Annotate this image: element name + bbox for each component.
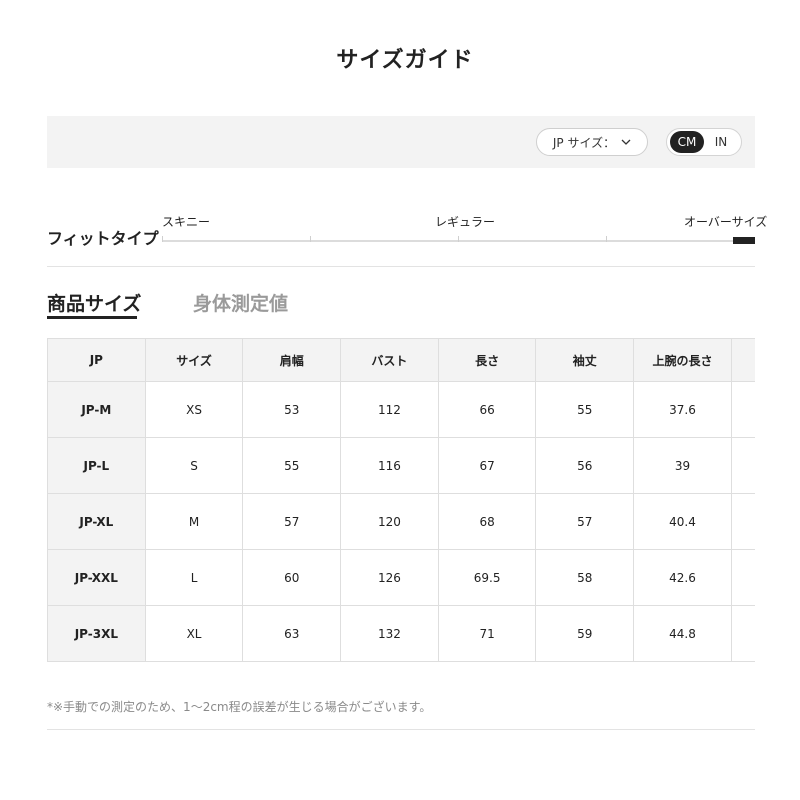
size-table-container[interactable]: JP サイズ 肩幅 バスト 長さ 袖丈 上腕の長さ JP-M XS 53 112… — [47, 338, 755, 664]
table-cell: 116 — [340, 437, 439, 494]
table-cell: 57 — [242, 493, 342, 550]
table-cell: 67 — [437, 437, 537, 494]
measurement-note: *※手動での測定のため、1〜2cm程の誤差が生じる場合がございます。 — [47, 700, 432, 714]
fit-scale-tick — [458, 236, 459, 242]
table-cell: XS — [144, 381, 244, 438]
table-cell: 71 — [437, 605, 537, 662]
table-cell: L — [144, 549, 244, 606]
table-row: JP-XXL L 60 126 69.5 58 42.6 — [47, 549, 755, 606]
table-cell: 68 — [437, 493, 537, 550]
table-cell: 42.6 — [633, 549, 732, 606]
fit-scale-tick — [162, 236, 163, 242]
table-row: JP-M XS 53 112 66 55 37.6 — [47, 381, 755, 438]
table-row: JP-3XL XL 63 132 71 59 44.8 — [47, 605, 755, 662]
table-cell: 40.4 — [633, 493, 732, 550]
table-cell: 112 — [340, 381, 439, 438]
column-header: サイズ — [144, 338, 244, 382]
table-cell: 59 — [535, 605, 635, 662]
table-cell: 55 — [535, 381, 635, 438]
tab-body-measurements[interactable]: 身体測定値 — [193, 289, 288, 316]
fit-type-indicator — [733, 237, 755, 244]
chevron-down-icon — [621, 139, 631, 145]
column-header: 上腕の長さ — [633, 338, 732, 382]
unit-in-button[interactable]: IN — [704, 131, 738, 153]
table-cell: 53 — [242, 381, 342, 438]
table-cell: 39 — [633, 437, 732, 494]
footer-divider — [47, 729, 755, 730]
table-cell: 44.8 — [633, 605, 732, 662]
page-title: サイズガイド — [336, 48, 474, 73]
table-cell: JP-3XL — [47, 605, 146, 662]
jp-size-select-label: JP サイズ： — [552, 135, 616, 150]
size-table: JP サイズ 肩幅 バスト 長さ 袖丈 上腕の長さ JP-M XS 53 112… — [47, 338, 755, 662]
table-cell: 126 — [340, 549, 439, 606]
column-header: 袖丈 — [535, 338, 635, 382]
section-divider — [47, 266, 755, 267]
table-cell: 60 — [242, 549, 342, 606]
table-header-row: JP サイズ 肩幅 バスト 長さ 袖丈 上腕の長さ — [47, 338, 755, 382]
unit-cm-button[interactable]: CM — [670, 131, 704, 153]
column-header: JP — [47, 338, 146, 382]
table-cell: 120 — [340, 493, 439, 550]
fit-option-skinny: スキニー — [162, 215, 211, 229]
column-header: バスト — [340, 338, 439, 382]
table-cell: 66 — [437, 381, 537, 438]
table-cell: XL — [144, 605, 244, 662]
tab-active-underline — [47, 316, 137, 319]
column-header: 長さ — [437, 338, 537, 382]
table-cell — [730, 381, 755, 438]
table-cell: JP-XXL — [47, 549, 146, 606]
table-cell — [730, 605, 755, 662]
table-cell: M — [144, 493, 244, 550]
table-cell: 55 — [242, 437, 342, 494]
tab-product-size[interactable]: 商品サイズ — [47, 289, 141, 316]
table-cell: 57 — [535, 493, 635, 550]
table-cell: 37.6 — [633, 381, 732, 438]
fit-scale-tick — [310, 236, 311, 242]
fit-option-oversize: オーバーサイズ — [684, 215, 768, 229]
table-cell: 63 — [242, 605, 342, 662]
size-toolbar: JP サイズ： CM IN — [47, 116, 755, 168]
column-header — [730, 338, 755, 382]
table-cell: 132 — [340, 605, 439, 662]
fit-scale-tick — [606, 236, 607, 242]
table-cell: 58 — [535, 549, 635, 606]
jp-size-select[interactable]: JP サイズ： — [536, 128, 648, 156]
table-cell — [730, 437, 755, 494]
fit-option-regular: レギュラー — [435, 215, 496, 229]
fit-type-label: フィットタイプ — [47, 229, 159, 248]
column-header: 肩幅 — [242, 338, 342, 382]
table-cell: JP-M — [47, 381, 146, 438]
table-cell: JP-L — [47, 437, 146, 494]
table-cell: JP-XL — [47, 493, 146, 550]
table-row: JP-XL M 57 120 68 57 40.4 — [47, 493, 755, 550]
table-cell: 56 — [535, 437, 635, 494]
table-row: JP-L S 55 116 67 56 39 — [47, 437, 755, 494]
unit-toggle: CM IN — [666, 128, 742, 156]
table-cell — [730, 549, 755, 606]
table-cell: 69.5 — [437, 549, 537, 606]
table-cell — [730, 493, 755, 550]
table-cell: S — [144, 437, 244, 494]
